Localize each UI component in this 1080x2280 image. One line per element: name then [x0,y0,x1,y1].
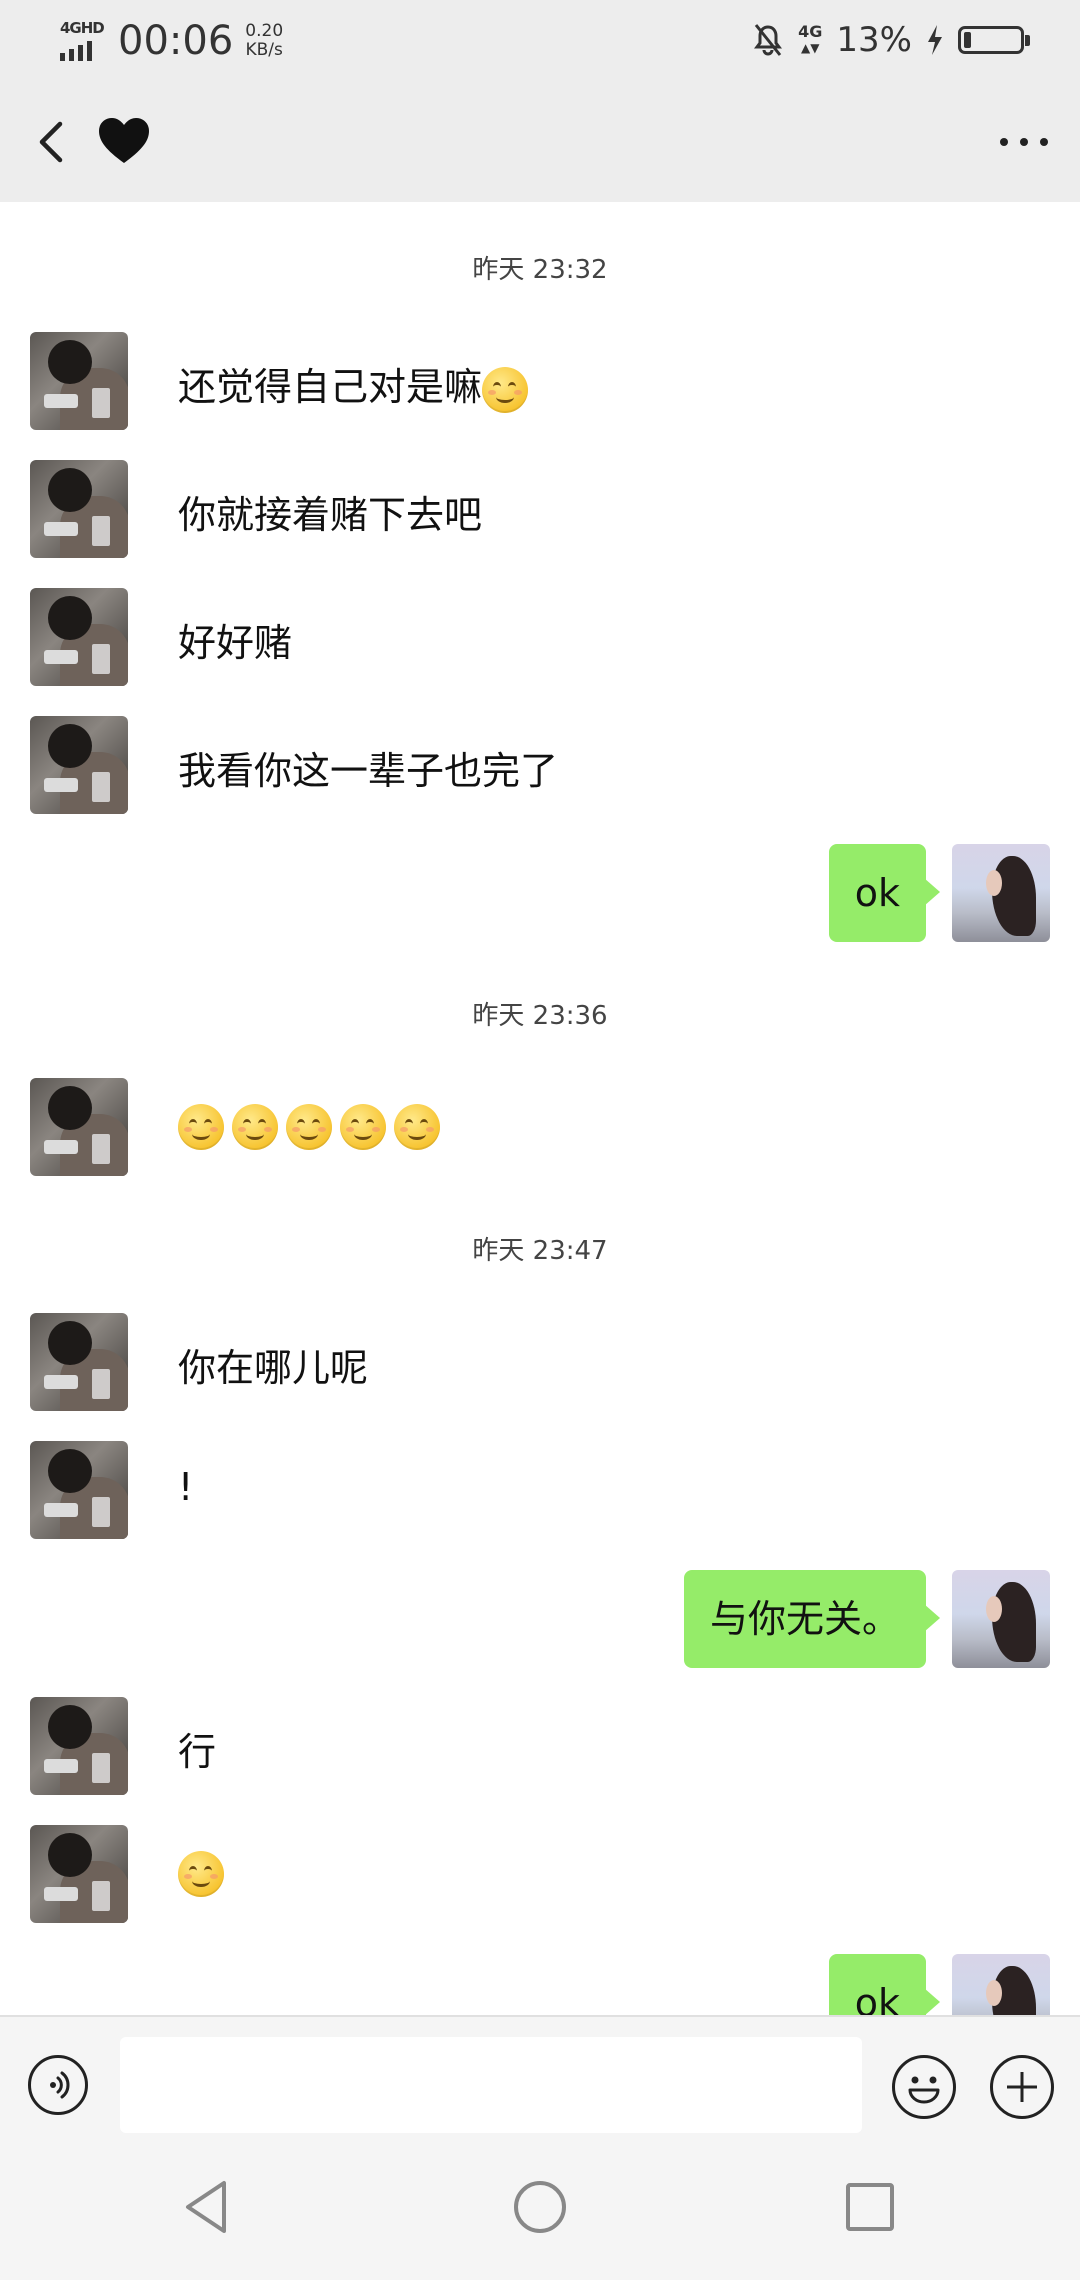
smile-emoji-icon [340,1103,386,1150]
chevron-left-icon[interactable] [26,114,82,170]
chat-header [0,84,1080,202]
timestamp: 昨天 23:32 [472,255,608,285]
speed-unit: KB/s [245,40,283,60]
received-message: 你在哪儿呢 [178,1346,369,1390]
my-avatar[interactable] [952,1570,1050,1668]
network-speed: 0.20 KB/s [245,22,283,60]
received-emoji-message [178,1849,232,1897]
received-message: 你就接着赌下去吧 [178,493,483,537]
contact-avatar[interactable] [30,1313,128,1411]
network-label: 4GHD [60,19,105,37]
sent-message-bubble[interactable]: ok [828,1954,941,2015]
received-message: 行 [178,1730,217,1774]
mobile-data-indicator: 4G ▲▼ [798,22,823,56]
contact-avatar[interactable] [30,1825,128,1923]
received-message: ! [178,1465,194,1509]
received-emoji-message [178,1102,448,1150]
chat-messages[interactable]: 昨天 23:32 还觉得自己对是嘛 你就接着赌下去吧 好好赌 我看你这一辈子也完… [0,202,1080,2015]
smile-emoji-icon [232,1103,278,1150]
speed-value: 0.20 [245,21,284,41]
my-avatar[interactable] [952,844,1050,942]
smile-emoji-icon [394,1103,440,1150]
contact-avatar[interactable] [30,332,128,430]
contact-avatar[interactable] [30,460,128,558]
received-message: 我看你这一辈子也完了 [178,749,559,793]
contact-avatar[interactable] [30,716,128,814]
message-text-field[interactable] [120,2037,862,2133]
timestamp: 昨天 23:36 [472,1001,608,1031]
contact-avatar[interactable] [30,1441,128,1539]
nav-recents-square-icon[interactable] [840,2177,900,2237]
signal-icon: 4GHD [58,19,108,63]
sent-message-bubble[interactable]: ok [828,844,941,942]
mute-bell-icon [754,24,783,56]
clock: 00:06 [118,18,234,64]
received-message: 好好赌 [178,621,293,665]
smile-emoji-icon [178,1103,224,1150]
contact-avatar[interactable] [30,588,128,686]
message-text: 还觉得自己对是嘛 [178,365,483,409]
nav-home-circle-icon[interactable] [510,2177,570,2237]
voice-input-icon[interactable] [28,2055,88,2115]
plus-icon[interactable] [990,2055,1054,2119]
charging-bolt-icon [928,25,942,55]
more-dots-icon[interactable] [988,114,1060,170]
smile-emoji-icon [482,366,529,413]
contact-avatar[interactable] [30,1078,128,1176]
battery-percent: 13% [836,20,912,60]
status-bar: 4GHD 00:06 0.20 KB/s 4G ▲▼ 13% [0,0,1080,84]
received-message: 还觉得自己对是嘛 [178,356,536,413]
smile-emoji-icon [178,1850,224,1897]
nav-back-triangle-icon[interactable] [178,2177,238,2237]
sent-message-bubble[interactable]: 与你无关。 [683,1570,941,1668]
my-avatar[interactable] [952,1954,1050,2015]
timestamp: 昨天 23:47 [472,1236,608,1266]
contact-avatar[interactable] [30,1697,128,1795]
smile-emoji-icon [286,1103,332,1150]
system-nav-bar [0,2135,1080,2280]
emoji-icon[interactable] [892,2055,956,2119]
battery-icon [958,26,1030,54]
message-input-bar [0,2015,1080,2137]
black-heart-icon [99,118,149,163]
mobile-data-label: 4G [798,22,823,41]
